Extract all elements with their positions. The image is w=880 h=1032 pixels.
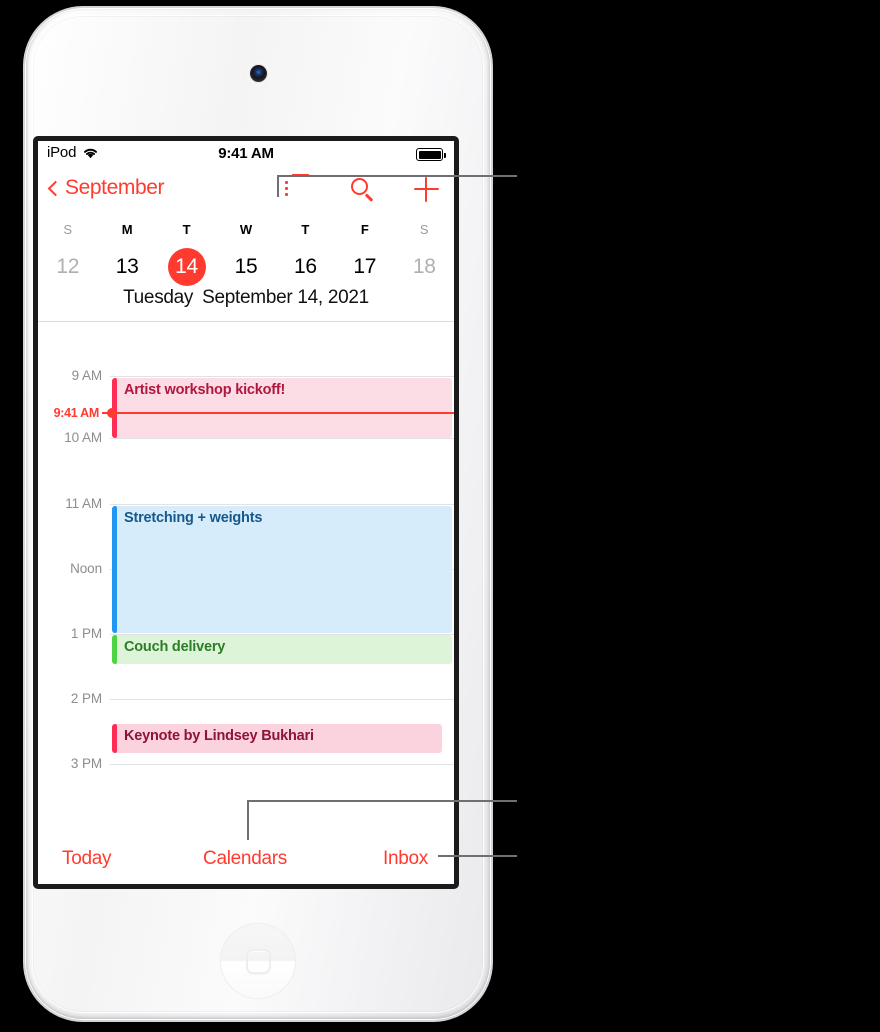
chevron-left-icon [47,180,64,196]
week-day-cell[interactable]: 13 [97,248,156,286]
day-number: 13 [115,255,139,278]
callout-line-list-button-vertical [277,175,279,197]
calendar-event[interactable]: Stretching + weights [112,506,452,633]
back-to-september-button[interactable]: September [47,176,165,200]
inbox-button[interactable]: Inbox [306,848,454,870]
status-bar-time: 9:41 AM [218,145,274,162]
hour-label: 3 PM [70,756,102,771]
callout-line-calendars-horizontal [247,800,517,802]
event-color-bar [112,635,117,664]
hour-grid-line [110,764,454,765]
hour-label: 2 PM [70,691,102,706]
selected-date-title: Tuesday September 14, 2021 [38,287,454,309]
week-day-cell[interactable]: 12 [38,248,97,286]
weekday-initial: T [182,221,191,237]
day-number: 12 [56,255,80,278]
calendars-button[interactable]: Calendars [184,848,306,870]
current-time-label: 9:41 AM [53,406,100,420]
navigation-bar-actions [283,174,441,204]
add-event-plus-icon[interactable] [411,174,441,204]
current-time-indicator: 9:41 AM [38,406,454,420]
event-title: Stretching + weights [124,510,263,526]
hour-label: 1 PM [70,626,102,641]
hour-grid-line [110,699,454,700]
day-number: 15 [234,255,258,278]
home-button[interactable] [220,923,296,999]
event-title: Keynote by Lindsey Bukhari [124,728,314,744]
selected-date-weekday: Tuesday [123,287,194,308]
callout-line-calendars-vertical [247,800,249,840]
front-camera-icon [249,65,267,82]
day-number: 16 [294,255,317,278]
weekday-initial: S [63,221,73,237]
screenshot-root: iPod 9:41 AM September S M T W T F S 12 … [0,0,880,1032]
today-button[interactable]: Today [38,848,184,870]
list-view-icon[interactable] [283,174,313,204]
day-number: 18 [412,255,436,278]
event-title: Artist workshop kickoff! [124,382,286,398]
event-title: Couch delivery [124,639,226,655]
back-button-label: September [65,176,165,199]
hour-label: 11 AM [65,496,102,511]
device-screen: iPod 9:41 AM September S M T W T F S 12 … [33,136,459,889]
calendar-app: iPod 9:41 AM September S M T W T F S 12 … [38,141,454,884]
weekday-initial: T [301,221,310,237]
day-timeline[interactable]: 9 AM 10 AM 11 AM Noon 1 PM 2 PM 3 PM Artist wor… [38,322,454,834]
week-day-cell[interactable]: 17 [335,248,394,286]
callout-line-list-button-horizontal [277,175,517,177]
battery-icon [416,148,446,161]
weekday-initial: M [121,221,133,237]
hour-grid-line [110,376,454,377]
bottom-toolbar: Today Calendars Inbox [38,834,454,884]
week-day-cell[interactable]: 15 [216,248,275,286]
week-day-numbers-row: 12 13 14 15 16 17 18 [38,244,454,290]
weekday-initial: S [419,221,429,237]
event-color-bar [112,724,117,753]
weekday-initials-row: SMTWTFS [38,212,454,246]
week-day-cell[interactable]: 14 [157,248,216,286]
week-day-cell[interactable]: 16 [276,248,335,286]
callout-line-inbox-horizontal [438,855,517,857]
weekday-initial: F [360,221,369,237]
selected-date-date: September 14, 2021 [202,287,369,308]
hour-grid-line [110,504,454,505]
selected-day-number: 14 [167,248,206,286]
current-time-line [116,412,454,414]
hour-label: 10 AM [64,430,102,445]
hour-label: Noon [70,561,102,576]
day-number: 17 [353,255,377,278]
weekday-initial: W [239,221,253,237]
hour-grid-line [110,438,454,439]
event-color-bar [112,506,117,633]
status-bar: iPod 9:41 AM [38,141,454,168]
calendar-event[interactable]: Keynote by Lindsey Bukhari [112,724,442,753]
calendar-event[interactable]: Couch delivery [112,635,452,664]
home-button-square-icon [245,948,271,974]
hour-label: 9 AM [71,368,102,383]
search-icon[interactable] [347,174,377,204]
week-day-cell[interactable]: 18 [395,248,454,286]
